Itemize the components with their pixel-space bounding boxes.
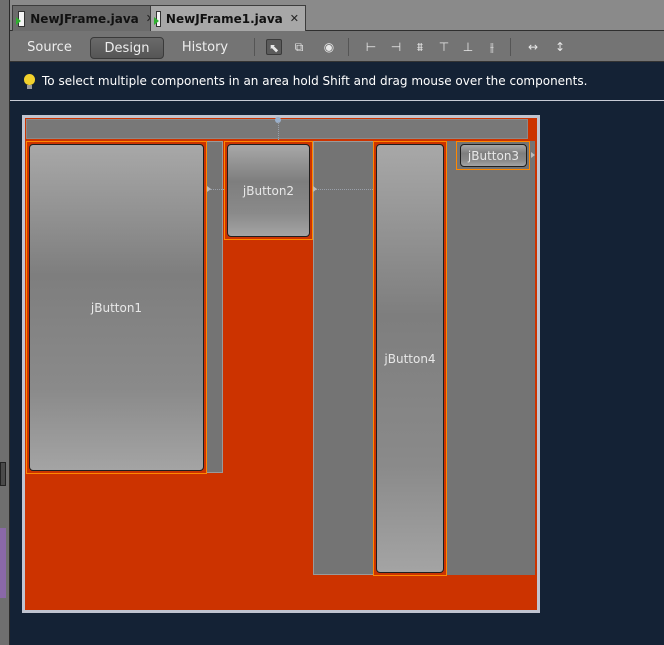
history-view-button[interactable]: History: [178, 37, 232, 59]
source-view-button[interactable]: Source: [22, 37, 77, 59]
selection-mode-icon[interactable]: ⬉: [266, 39, 282, 55]
preview-design-icon[interactable]: ◉: [321, 39, 337, 55]
jbutton2[interactable]: jButton2: [227, 144, 310, 237]
change-horizontal-resizability-icon[interactable]: ↔: [525, 39, 541, 55]
align-bottom-icon[interactable]: ⊥: [460, 39, 476, 55]
design-view-button[interactable]: Design: [90, 37, 164, 59]
close-icon[interactable]: ✕: [290, 12, 299, 25]
tab-newjframe[interactable]: NewJFrame.java ✕: [12, 5, 162, 31]
jbutton2-selection: jButton2: [224, 141, 313, 240]
hint-bar: To select multiple components in an area…: [10, 63, 664, 101]
anchor-arrow-icon: [313, 186, 317, 192]
align-top-icon[interactable]: ⊤: [436, 39, 452, 55]
tab-label: NewJFrame1.java: [165, 11, 283, 26]
toolbar-separator: [510, 38, 511, 56]
gutter-marker: [0, 462, 6, 486]
alignment-guide: [278, 122, 279, 142]
jbutton3[interactable]: jButton3: [460, 144, 527, 167]
lightbulb-icon: [24, 74, 35, 89]
alignment-guide: [316, 189, 373, 190]
tab-label: NewJFrame.java: [30, 11, 139, 26]
jbutton3-selection: jButton3: [456, 141, 530, 170]
toolbar-separator: [348, 38, 349, 56]
jbutton1[interactable]: jButton1: [29, 144, 204, 471]
gap-panel: [313, 141, 374, 575]
jbutton4[interactable]: jButton4: [376, 144, 444, 573]
center-horizontally-icon[interactable]: ⩩: [412, 39, 428, 55]
hint-text: To select multiple components in an area…: [42, 74, 588, 88]
jbutton1-selection: jButton1: [26, 141, 207, 474]
jbutton4-selection: jButton4: [373, 141, 447, 576]
anchor-arrow-icon: [207, 186, 211, 192]
java-file-icon: [15, 10, 26, 27]
align-left-icon[interactable]: ⊢: [363, 39, 379, 55]
connection-mode-icon[interactable]: ⧉: [291, 39, 307, 55]
editor-tab-strip: NewJFrame.java ✕ NewJFrame1.java ✕: [10, 0, 664, 31]
gutter-highlight: [0, 528, 6, 598]
anchor-arrow-icon: [531, 152, 535, 158]
alignment-guide: [210, 189, 224, 190]
align-right-icon[interactable]: ⊣: [388, 39, 404, 55]
change-vertical-resizability-icon[interactable]: ↕: [552, 39, 568, 55]
toolbar-separator: [254, 38, 255, 56]
center-vertically-icon[interactable]: ⫲: [484, 39, 500, 55]
tab-newjframe1[interactable]: NewJFrame1.java ✕: [150, 5, 306, 31]
designer-toolbar: Source Design History ⬉ ⧉ ◉ ⊢ ⊣ ⩩ ⊤ ⊥ ⫲ …: [10, 31, 664, 62]
gap-panel: [446, 141, 535, 575]
java-file-icon: [154, 10, 161, 27]
